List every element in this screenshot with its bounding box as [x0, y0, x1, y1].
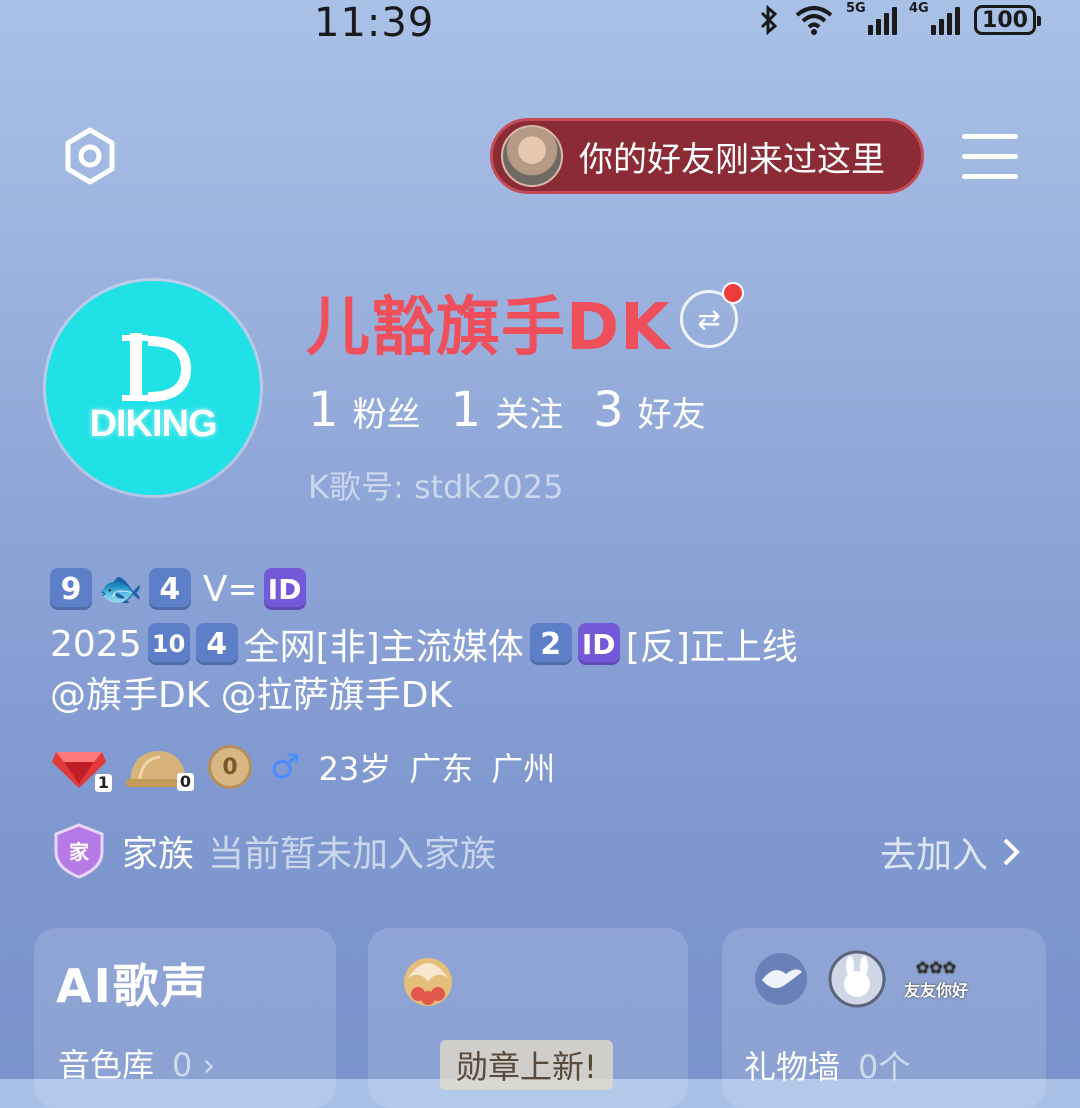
id-badge: ID [263, 568, 306, 610]
medal-phoenix-icon [404, 958, 452, 1006]
keycap-badge: 2 [529, 623, 572, 665]
id-badge: ID [577, 623, 620, 665]
join-label: 去加入 [879, 835, 988, 876]
clover-icon: ✿✿✿ [915, 957, 957, 977]
gift-wall-link[interactable]: 礼物墙 0个 [744, 1042, 910, 1088]
kge-id: K歌号: stdk2025 [308, 468, 564, 506]
keycap-badge: 4 [148, 568, 191, 610]
coin-icon[interactable]: 0 [208, 745, 252, 789]
friend-avatar [501, 125, 563, 187]
male-icon: ♂ [270, 747, 301, 787]
diking-logo-icon [122, 333, 192, 402]
timbre-library-link[interactable]: 音色库 0 › [58, 1040, 215, 1086]
helmet-badge[interactable]: 0 [126, 745, 194, 791]
gift-icons: ✿✿✿ 友友你好 [752, 950, 968, 1008]
city: 广州 [491, 750, 556, 788]
bluetooth-icon [760, 4, 778, 36]
profile-avatar[interactable]: DIKING [46, 281, 260, 495]
status-icons: 5G 4G 100 [758, 1, 1041, 36]
settings-icon [65, 127, 115, 185]
switch-icon: ⇄ [697, 302, 721, 336]
chevron-right-icon: › [202, 1046, 216, 1084]
medal-new-pill: 勋章上新! [440, 1040, 613, 1090]
family-title: 家族 [122, 834, 195, 875]
ai-voice-title: AI歌声 [56, 959, 209, 1013]
bio-text: [反]正上线 [625, 627, 798, 668]
bio-text: 全网[非]主流媒体 [243, 627, 524, 668]
meta-row: 1 0 0 ♂ 23岁 广东 广州 [50, 744, 556, 792]
age: 23岁 [318, 750, 392, 788]
bio-line-1: 9 🐟 4 V= ID [50, 568, 306, 610]
chevron-right-icon [1003, 838, 1020, 866]
avatar-logo-text: DIKING [89, 403, 218, 445]
join-family-link[interactable]: 去加入 [880, 826, 1020, 878]
signal-4g-icon: 4G [909, 1, 960, 35]
bio-line-3: @旗手DK @拉萨旗手DK [50, 675, 453, 716]
stat-following[interactable]: 1 关注 [451, 382, 564, 438]
settings-button[interactable] [60, 126, 120, 186]
friend-hello-badge: ✿✿✿ 友友你好 [904, 957, 969, 1000]
profile-stats: 1 粉丝 1 关注 3 好友 [308, 382, 706, 438]
notification-dot [722, 282, 744, 304]
family-shield-icon: 家 [54, 823, 104, 879]
gift-wall-count: 0个 [858, 1048, 911, 1086]
bio-text: 2025 [50, 623, 142, 665]
bio-text: V= [202, 568, 258, 610]
helmet-count: 0 [176, 773, 194, 791]
stat-fans[interactable]: 1 粉丝 [308, 382, 421, 438]
vip-gem-badge[interactable]: 1 [50, 744, 112, 792]
timbre-count: 0 [172, 1046, 193, 1084]
keycap-badge: 9 [50, 568, 92, 610]
dove-gift-icon [755, 953, 807, 1005]
friend-visit-text: 你的好友刚来过这里 [579, 139, 885, 180]
gem-level: 1 [94, 774, 112, 792]
menu-button[interactable] [962, 134, 1018, 180]
signal-5g-icon: 5G [846, 1, 897, 35]
bio-line-2: 2025 10 4 全网[非]主流媒体 2 ID [反]正上线 [50, 618, 798, 670]
fish-icon: 🐟 [98, 569, 143, 610]
bunny-gift-icon [828, 950, 886, 1008]
family-badge-text: 家 [69, 840, 90, 864]
wifi-icon [795, 6, 833, 35]
province: 广东 [409, 750, 474, 788]
keycap-badge: 10 [147, 623, 190, 665]
keycap-badge: 4 [195, 623, 238, 665]
battery-icon: 100 [974, 5, 1041, 35]
status-time: 11:39 [314, 0, 435, 46]
friend-visit-banner[interactable]: 你的好友刚来过这里 [490, 118, 924, 194]
nickname: 儿豁旗手DK [306, 291, 671, 365]
family-status: 当前暂未加入家族 [208, 834, 497, 875]
family-row[interactable]: 家 家族 当前暂未加入家族 [50, 822, 496, 880]
stat-friends[interactable]: 3 好友 [593, 382, 706, 438]
